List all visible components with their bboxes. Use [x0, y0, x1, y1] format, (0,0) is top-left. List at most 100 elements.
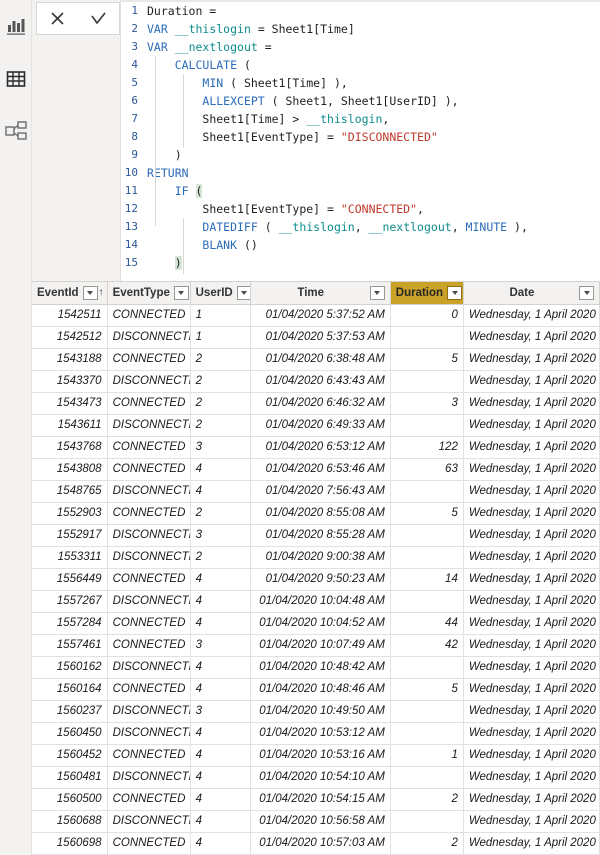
cell-userid[interactable]: 4 — [190, 810, 251, 833]
cell-userid[interactable]: 1 — [190, 326, 251, 349]
cell-userid[interactable]: 3 — [190, 700, 251, 723]
cell-date[interactable]: Wednesday, 1 April 2020 — [463, 568, 600, 591]
cell-date[interactable]: Wednesday, 1 April 2020 — [463, 480, 600, 503]
cell-userid[interactable]: 2 — [190, 348, 251, 371]
column-filter-dropdown-icon[interactable] — [173, 285, 189, 300]
cell-time[interactable]: 01/04/2020 10:54:15 AM — [250, 788, 391, 811]
cell-eventtype[interactable]: CONNECTED — [107, 678, 191, 701]
table-row[interactable]: 1553311DISCONNECTED201/04/2020 9:00:38 A… — [32, 546, 600, 569]
table-row[interactable]: 1560162DISCONNECTED401/04/2020 10:48:42 … — [32, 656, 600, 679]
cell-date[interactable]: Wednesday, 1 April 2020 — [463, 458, 600, 481]
cell-time[interactable]: 01/04/2020 10:54:10 AM — [250, 766, 391, 789]
cell-date[interactable]: Wednesday, 1 April 2020 — [463, 832, 600, 855]
code-line[interactable]: 10 RETURN — [121, 164, 600, 182]
cell-duration[interactable] — [390, 546, 464, 569]
table-row[interactable]: 1543808 CONNECTED 4 01/04/2020 6:53:46 AM 63… — [32, 458, 600, 481]
cell-time[interactable]: 01/04/2020 10:04:52 AM — [250, 612, 391, 635]
table-row[interactable]: 1560481DISCONNECTED401/04/2020 10:54:10 … — [32, 766, 600, 789]
cell-eventtype[interactable]: DISCONNECTED — [107, 766, 191, 789]
cell-duration[interactable] — [390, 326, 464, 349]
code-line[interactable]: 15 ) — [121, 254, 600, 272]
cell-userid[interactable]: 1 — [190, 304, 251, 327]
code-line[interactable]: 5 MIN ( Sheet1[Time] ), — [121, 74, 600, 92]
cell-time[interactable]: 01/04/2020 7:56:43 AM — [250, 480, 391, 503]
cell-date[interactable]: Wednesday, 1 April 2020 — [463, 326, 600, 349]
cell-date[interactable]: Wednesday, 1 April 2020 — [463, 656, 600, 679]
cell-date[interactable]: Wednesday, 1 April 2020 — [463, 304, 600, 327]
column-header-time[interactable]: Time — [250, 282, 391, 305]
cell-duration[interactable]: 1 — [390, 744, 464, 767]
cell-date[interactable]: Wednesday, 1 April 2020 — [463, 370, 600, 393]
cell-eventtype[interactable]: DISCONNECTED — [107, 810, 191, 833]
cell-eventid[interactable]: 1548765 — [32, 480, 108, 503]
column-filter-dropdown-icon[interactable] — [369, 285, 385, 300]
cell-date[interactable]: Wednesday, 1 April 2020 — [463, 524, 600, 547]
code-line[interactable]: 13 DATEDIFF ( __thislogin, __nextlogout,… — [121, 218, 600, 236]
cell-time[interactable]: 01/04/2020 6:43:43 AM — [250, 370, 391, 393]
column-header-eventtype[interactable]: EventType — [107, 282, 191, 305]
cell-time[interactable]: 01/04/2020 10:53:16 AM — [250, 744, 391, 767]
cell-time[interactable]: 01/04/2020 8:55:28 AM — [250, 524, 391, 547]
cell-date[interactable]: Wednesday, 1 April 2020 — [463, 810, 600, 833]
cell-eventtype[interactable]: CONNECTED — [107, 832, 191, 855]
cell-eventid[interactable]: 1543611 — [32, 414, 108, 437]
cell-eventid[interactable]: 1560500 — [32, 788, 108, 811]
cell-userid[interactable]: 4 — [190, 568, 251, 591]
cell-userid[interactable]: 4 — [190, 788, 251, 811]
cell-time[interactable]: 01/04/2020 6:53:46 AM — [250, 458, 391, 481]
cell-date[interactable]: Wednesday, 1 April 2020 — [463, 502, 600, 525]
cell-eventid[interactable]: 1560698 — [32, 832, 108, 855]
cell-time[interactable]: 01/04/2020 5:37:52 AM — [250, 304, 391, 327]
cell-duration[interactable] — [390, 524, 464, 547]
cell-date[interactable]: Wednesday, 1 April 2020 — [463, 766, 600, 789]
cell-date[interactable]: Wednesday, 1 April 2020 — [463, 392, 600, 415]
cell-duration[interactable]: 5 — [390, 348, 464, 371]
cell-eventid[interactable]: 1560237 — [32, 700, 108, 723]
table-row[interactable]: 1552903 CONNECTED 2 01/04/2020 8:55:08 AM 5 W… — [32, 502, 600, 525]
table-row[interactable]: 1552917DISCONNECTED301/04/2020 8:55:28 A… — [32, 524, 600, 547]
table-row[interactable]: 1560688DISCONNECTED401/04/2020 10:56:58 … — [32, 810, 600, 833]
cell-time[interactable]: 01/04/2020 9:50:23 AM — [250, 568, 391, 591]
dax-code-area[interactable]: 1 Duration = 2 VAR __thislogin = Sheet1[Tim… — [120, 0, 600, 281]
cell-duration[interactable] — [390, 722, 464, 745]
cell-time[interactable]: 01/04/2020 10:07:49 AM — [250, 634, 391, 657]
code-line[interactable]: 7 Sheet1[Time] > __thislogin, — [121, 110, 600, 128]
cell-eventid[interactable]: 1560481 — [32, 766, 108, 789]
cell-userid[interactable]: 2 — [190, 392, 251, 415]
cell-eventtype[interactable]: CONNECTED — [107, 788, 191, 811]
cell-date[interactable]: Wednesday, 1 April 2020 — [463, 590, 600, 613]
cell-userid[interactable]: 4 — [190, 678, 251, 701]
cell-eventid[interactable]: 1560450 — [32, 722, 108, 745]
cell-date[interactable]: Wednesday, 1 April 2020 — [463, 348, 600, 371]
cell-eventtype[interactable]: DISCONNECTED — [107, 326, 191, 349]
cell-eventid[interactable]: 1557267 — [32, 590, 108, 613]
cell-time[interactable]: 01/04/2020 6:38:48 AM — [250, 348, 391, 371]
table-row[interactable]: 1560452 CONNECTED 4 01/04/2020 10:53:16 AM 1… — [32, 744, 600, 767]
cell-time[interactable]: 01/04/2020 10:57:03 AM — [250, 832, 391, 855]
code-line[interactable]: 3 VAR __nextlogout = — [121, 38, 600, 56]
code-line[interactable]: 9 ) — [121, 146, 600, 164]
cell-time[interactable]: 01/04/2020 10:53:12 AM — [250, 722, 391, 745]
cell-userid[interactable]: 4 — [190, 832, 251, 855]
cancel-edit-button[interactable] — [42, 6, 74, 32]
code-line[interactable]: 12 Sheet1[EventType] = "CONNECTED", — [121, 200, 600, 218]
cell-userid[interactable]: 4 — [190, 766, 251, 789]
cell-date[interactable]: Wednesday, 1 April 2020 — [463, 634, 600, 657]
code-line[interactable]: 2 VAR __thislogin = Sheet1[Time] — [121, 20, 600, 38]
cell-duration[interactable]: 122 — [390, 436, 464, 459]
cell-eventid[interactable]: 1552917 — [32, 524, 108, 547]
table-row[interactable]: 1560500 CONNECTED 4 01/04/2020 10:54:15 AM 2… — [32, 788, 600, 811]
cell-time[interactable]: 01/04/2020 10:04:48 AM — [250, 590, 391, 613]
table-row[interactable]: 1543188 CONNECTED 2 01/04/2020 6:38:48 AM 5 W… — [32, 348, 600, 371]
cell-eventid[interactable]: 1543808 — [32, 458, 108, 481]
cell-duration[interactable]: 0 — [390, 304, 464, 327]
cell-eventtype[interactable]: DISCONNECTED — [107, 414, 191, 437]
data-grid[interactable]: EventId ↑ EventType UserID Time Duration Date … — [32, 281, 600, 855]
cell-date[interactable]: Wednesday, 1 April 2020 — [463, 722, 600, 745]
cell-duration[interactable] — [390, 766, 464, 789]
cell-duration[interactable]: 5 — [390, 678, 464, 701]
cell-time[interactable]: 01/04/2020 5:37:53 AM — [250, 326, 391, 349]
cell-date[interactable]: Wednesday, 1 April 2020 — [463, 612, 600, 635]
table-row[interactable]: 1560237DISCONNECTED301/04/2020 10:49:50 … — [32, 700, 600, 723]
cell-eventid[interactable]: 1557284 — [32, 612, 108, 635]
